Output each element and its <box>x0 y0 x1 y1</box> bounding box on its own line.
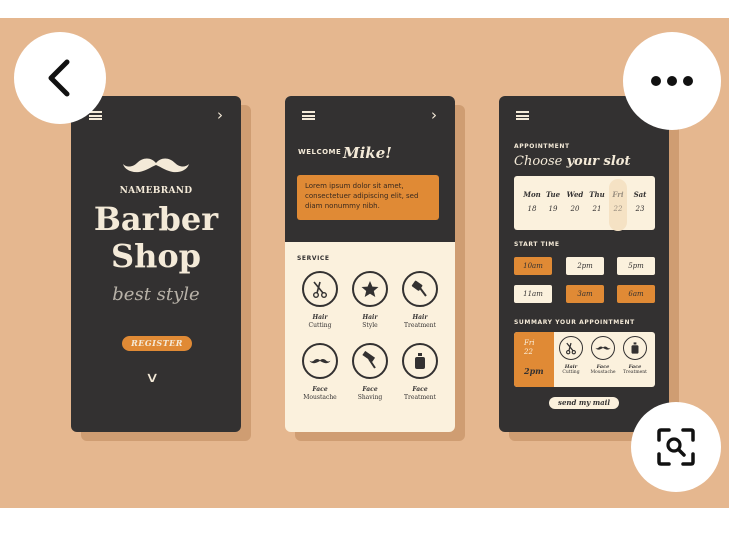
more-dots-icon <box>651 76 693 86</box>
start-time-heading: START TIME <box>514 241 560 248</box>
moustache-icon <box>309 358 331 364</box>
title-barber: Barber <box>93 200 219 238</box>
welcome-label: WELCOME <box>298 148 342 156</box>
service-subtitle: Treatment <box>404 322 436 329</box>
scissors-icon <box>313 281 327 298</box>
image-search-icon <box>657 428 695 466</box>
summary-heading: SUMMARY YOUR APPOINTMENT <box>514 319 635 326</box>
service-title: Face <box>412 386 428 393</box>
service-face-moustache[interactable]: Face Moustache <box>297 343 343 401</box>
service-subtitle: Treatment <box>404 394 436 401</box>
brand-name: NAMEBRAND <box>119 186 193 196</box>
moustache-logo-icon <box>123 158 189 173</box>
back-button[interactable] <box>14 32 106 124</box>
summary-day: Fri <box>524 339 535 347</box>
summary-service: Face Treatment <box>621 336 649 375</box>
service-face-treatment[interactable]: Face Treatment <box>397 343 443 401</box>
hamburger-menu-icon[interactable] <box>302 111 315 120</box>
calendar-day[interactable]: Wed 20 <box>566 187 584 217</box>
service-title: Hair <box>412 314 428 321</box>
summary-date-number: 22 <box>524 348 533 356</box>
calendar-day[interactable]: Thu 21 <box>588 187 606 217</box>
hamburger-menu-icon[interactable] <box>89 111 102 120</box>
appointment-summary: Fri 22 2pm Hair Cutting Face Moustache Fa… <box>514 332 655 387</box>
razor-icon <box>362 351 376 369</box>
time-slot-10am[interactable]: 10am <box>514 257 552 275</box>
welcome-header: › WELCOME Mike! Lorem ipsum dolor sit am… <box>285 96 455 242</box>
summary-time: 2pm <box>524 366 544 376</box>
top-bar <box>0 0 729 19</box>
service-hair-cutting[interactable]: Hair Cutting <box>297 271 343 329</box>
send-my-mail-button[interactable]: send my mail <box>549 397 619 409</box>
service-face-shaving[interactable]: Face Shaving <box>347 343 393 401</box>
service-title: Face <box>312 386 328 393</box>
calendar-day[interactable]: Tue 19 <box>544 187 562 217</box>
moustache-icon <box>595 346 611 350</box>
phone-screen-services: › WELCOME Mike! Lorem ipsum dolor sit am… <box>285 96 455 432</box>
calendar-day-selected[interactable]: Fri 22 <box>609 179 627 231</box>
service-subtitle: Moustache <box>303 394 337 401</box>
service-heading: SERVICE <box>297 255 330 262</box>
service-subtitle: Cutting <box>308 322 332 329</box>
star-icon <box>361 281 379 297</box>
bottle-icon <box>415 353 425 369</box>
service-subtitle: Style <box>362 322 378 329</box>
calendar: Mon 18 Tue 19 Wed 20 Thu 21 Fri 22 Sat 23 <box>514 176 655 231</box>
summary-service-subtitle: Cutting <box>562 370 580 375</box>
chevron-right-icon[interactable]: › <box>217 106 223 124</box>
phone-screen-barber-shop: › NAMEBRAND Barber Shop best style REGIS… <box>71 96 241 432</box>
time-slot-3am[interactable]: 3am <box>566 285 604 303</box>
phone-screen-appointment: APPOINTMENT Choose your slot Mon 18 Tue 19… <box>499 96 669 432</box>
service-subtitle: Shaving <box>357 394 383 401</box>
service-hair-treatment[interactable]: Hair Treatment <box>397 271 443 329</box>
appointment-heading: APPOINTMENT <box>514 143 570 150</box>
calendar-day[interactable]: Mon 18 <box>523 187 541 217</box>
summary-service: Hair Cutting <box>557 336 585 375</box>
brush-icon <box>411 280 427 297</box>
service-title: Face <box>362 386 378 393</box>
service-title: Hair <box>362 314 378 321</box>
summary-date: Fri 22 2pm <box>514 332 554 387</box>
bottle-icon <box>631 342 639 354</box>
register-button[interactable]: REGISTER <box>122 336 192 351</box>
time-slot-6am[interactable]: 6am <box>617 285 655 303</box>
image-canvas: › NAMEBRAND Barber Shop best style REGIS… <box>0 18 729 508</box>
more-options-button[interactable] <box>623 32 721 130</box>
tagline: best style <box>112 284 200 305</box>
time-slot-2pm[interactable]: 2pm <box>566 257 604 275</box>
hamburger-menu-icon[interactable] <box>516 111 529 120</box>
service-hair-style[interactable]: Hair Style <box>347 271 393 329</box>
scissors-icon <box>566 342 576 355</box>
chevron-right-icon[interactable]: › <box>431 106 437 124</box>
image-search-button[interactable] <box>631 402 721 492</box>
title-shop: Shop <box>110 237 202 275</box>
summary-service: Face Moustache <box>589 336 617 375</box>
summary-service-subtitle: Moustache <box>590 370 616 375</box>
summary-service-subtitle: Treatment <box>623 370 647 375</box>
chevron-down-icon[interactable]: ∨ <box>145 370 159 386</box>
time-slot-11am[interactable]: 11am <box>514 285 552 303</box>
calendar-day[interactable]: Sat 23 <box>631 187 649 217</box>
arrow-left-icon <box>48 59 70 97</box>
time-slot-5pm[interactable]: 5pm <box>617 257 655 275</box>
welcome-message: Lorem ipsum dolor sit amet, consectetuer… <box>297 175 439 220</box>
service-title: Hair <box>312 314 328 321</box>
choose-slot-title: Choose your slot <box>514 154 631 169</box>
user-name: Mike! <box>343 144 392 162</box>
